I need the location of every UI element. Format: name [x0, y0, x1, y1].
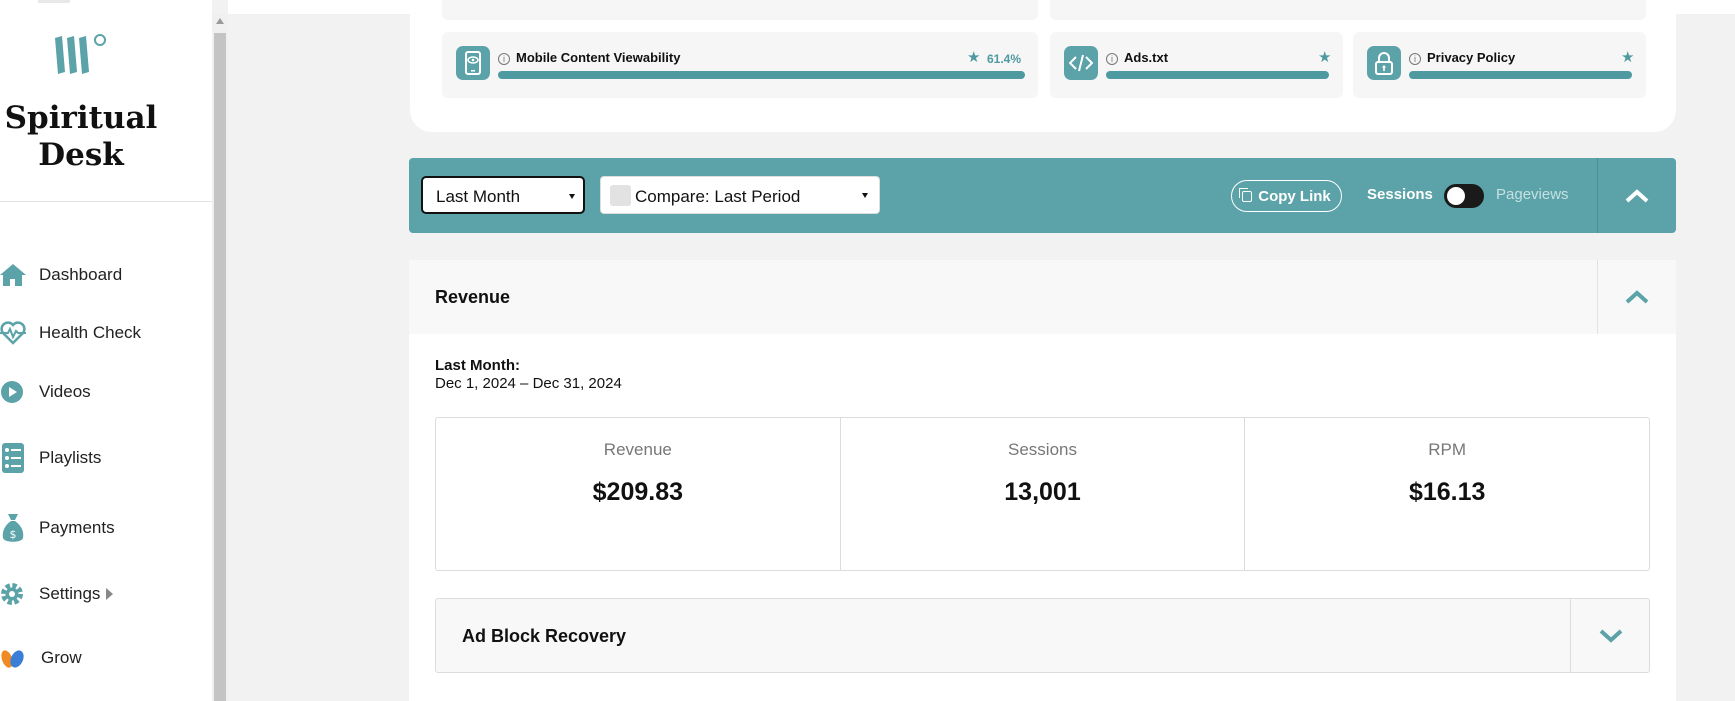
- star-icon: ★: [1621, 49, 1635, 66]
- sidebar-item-label: Health Check: [39, 323, 142, 342]
- sidebar-item-grow[interactable]: Grow: [0, 638, 200, 678]
- metric-rpm: RPM $16.13: [1245, 418, 1649, 570]
- ad-block-recovery-title: Ad Block Recovery: [462, 626, 627, 646]
- date-range-value: Last Month: [436, 187, 521, 206]
- copy-icon: [1239, 187, 1253, 202]
- checklist-icon: [0, 443, 26, 473]
- copy-link-button[interactable]: Copy Link: [1231, 180, 1342, 212]
- star-icon: ★: [1318, 49, 1332, 66]
- heartbeat-icon: [0, 320, 26, 346]
- revenue-title: Revenue: [435, 287, 511, 307]
- metric-revenue: Revenue $209.83: [436, 418, 841, 570]
- health-tile-value: 61.4%: [987, 52, 1022, 66]
- health-progress-bar: [1106, 71, 1329, 79]
- sidebar-item-label: Grow: [41, 648, 82, 667]
- info-icon[interactable]: i: [498, 53, 510, 65]
- health-tile-partial: [442, 0, 1038, 20]
- svg-text:$: $: [10, 528, 17, 541]
- brand-logo-icon: [55, 34, 106, 74]
- date-range-select[interactable]: Last Month: [421, 176, 585, 214]
- lock-icon: [1367, 46, 1401, 80]
- filter-toolbar: Last Month Compare: Last Period Copy Lin…: [409, 158, 1676, 233]
- compare-select[interactable]: Compare: Last Period: [600, 176, 880, 214]
- sidebar-item-payments[interactable]: $ Payments: [0, 508, 200, 548]
- scrollbar-thumb[interactable]: [214, 33, 226, 701]
- sidebar-item-label: Playlists: [39, 448, 102, 467]
- gear-icon: [0, 581, 26, 607]
- code-icon: [1064, 46, 1098, 80]
- metric-value: $209.83: [592, 478, 684, 506]
- health-progress-bar: [498, 71, 1025, 79]
- sidebar-item-playlists[interactable]: Playlists: [0, 438, 200, 478]
- period-range: Dec 1, 2024 – Dec 31, 2024: [435, 375, 622, 392]
- compare-value: Compare: Last Period: [635, 187, 801, 206]
- chevron-down-icon: [1599, 629, 1622, 643]
- toggle-knob: [1447, 187, 1465, 205]
- sidebar: Spiritual Desk Dashboard Health Check Vi…: [0, 0, 212, 701]
- play-icon: [0, 379, 26, 405]
- info-icon[interactable]: i: [1409, 53, 1421, 65]
- health-tile-title: Privacy Policy: [1427, 50, 1516, 65]
- pageviews-label: Pageviews: [1496, 186, 1569, 203]
- health-tile-title: Mobile Content Viewability: [516, 50, 681, 65]
- star-icon: ★: [967, 49, 981, 66]
- metric-value: $16.13: [1408, 478, 1486, 506]
- info-icon[interactable]: i: [1106, 53, 1118, 65]
- compare-checkbox[interactable]: [610, 185, 631, 206]
- sidebar-item-videos[interactable]: Videos: [0, 372, 200, 412]
- sidebar-item-label: Payments: [39, 518, 115, 537]
- toolbar-collapse-button[interactable]: [1598, 158, 1676, 233]
- health-progress-bar: [1409, 71, 1632, 79]
- metric-label: Sessions: [1008, 440, 1077, 459]
- metric-label: Revenue: [603, 440, 672, 459]
- revenue-collapse-button[interactable]: [1598, 260, 1676, 334]
- sidebar-item-label: Videos: [39, 382, 91, 401]
- metric-value: 13,001: [1004, 478, 1081, 506]
- home-icon: [0, 262, 26, 288]
- sidebar-item-settings[interactable]: Settings: [0, 574, 200, 614]
- sidebar-divider: [0, 201, 212, 202]
- sessions-label: Sessions: [1367, 186, 1433, 203]
- mobile-eye-icon: [456, 46, 490, 80]
- health-tile-mobile-viewability[interactable]: i Mobile Content Viewability ★ 61.4%: [442, 32, 1038, 98]
- metric-sessions: Sessions 13,001: [841, 418, 1246, 570]
- ad-block-recovery-section[interactable]: Ad Block Recovery: [435, 598, 1650, 673]
- revenue-header: Revenue: [409, 260, 1676, 334]
- metrics-row: Revenue $209.83 Sessions 13,001 RPM $16.…: [435, 417, 1650, 571]
- health-check-card: i Mobile Content Viewability ★ 61.4% i A…: [410, 0, 1676, 132]
- caret-right-icon: [106, 588, 114, 600]
- chevron-up-icon: [1625, 188, 1649, 202]
- grow-leaves-icon: [0, 645, 26, 671]
- brand-name: Spiritual Desk: [4, 100, 158, 173]
- health-tile-title: Ads.txt: [1124, 50, 1169, 65]
- health-tile-ads-txt[interactable]: i Ads.txt ★: [1050, 32, 1343, 98]
- scroll-up-icon[interactable]: [216, 18, 224, 24]
- health-tile-privacy-policy[interactable]: i Privacy Policy ★: [1353, 32, 1646, 98]
- ad-block-recovery-expand-button[interactable]: [1571, 599, 1650, 672]
- sidebar-item-dashboard[interactable]: Dashboard: [0, 255, 200, 295]
- copy-link-label: Copy Link: [1258, 187, 1331, 205]
- sidebar-item-label: Settings: [39, 584, 101, 603]
- money-bag-icon: $: [0, 514, 26, 542]
- top-stub: [38, 0, 70, 3]
- sidebar-item-health-check[interactable]: Health Check: [0, 313, 200, 353]
- sessions-pageviews-toggle[interactable]: [1444, 184, 1484, 208]
- caret-down-icon: [569, 194, 575, 199]
- revenue-panel: Revenue Last Month: Dec 1, 2024 – Dec 31…: [409, 260, 1676, 701]
- health-tile-partial: [1050, 0, 1646, 20]
- scrollbar[interactable]: [212, 14, 228, 701]
- caret-down-icon: [862, 193, 868, 198]
- sidebar-item-label: Dashboard: [39, 265, 123, 284]
- metric-label: RPM: [1428, 440, 1467, 459]
- period-label: Last Month:: [435, 357, 520, 374]
- chevron-up-icon: [1625, 290, 1649, 304]
